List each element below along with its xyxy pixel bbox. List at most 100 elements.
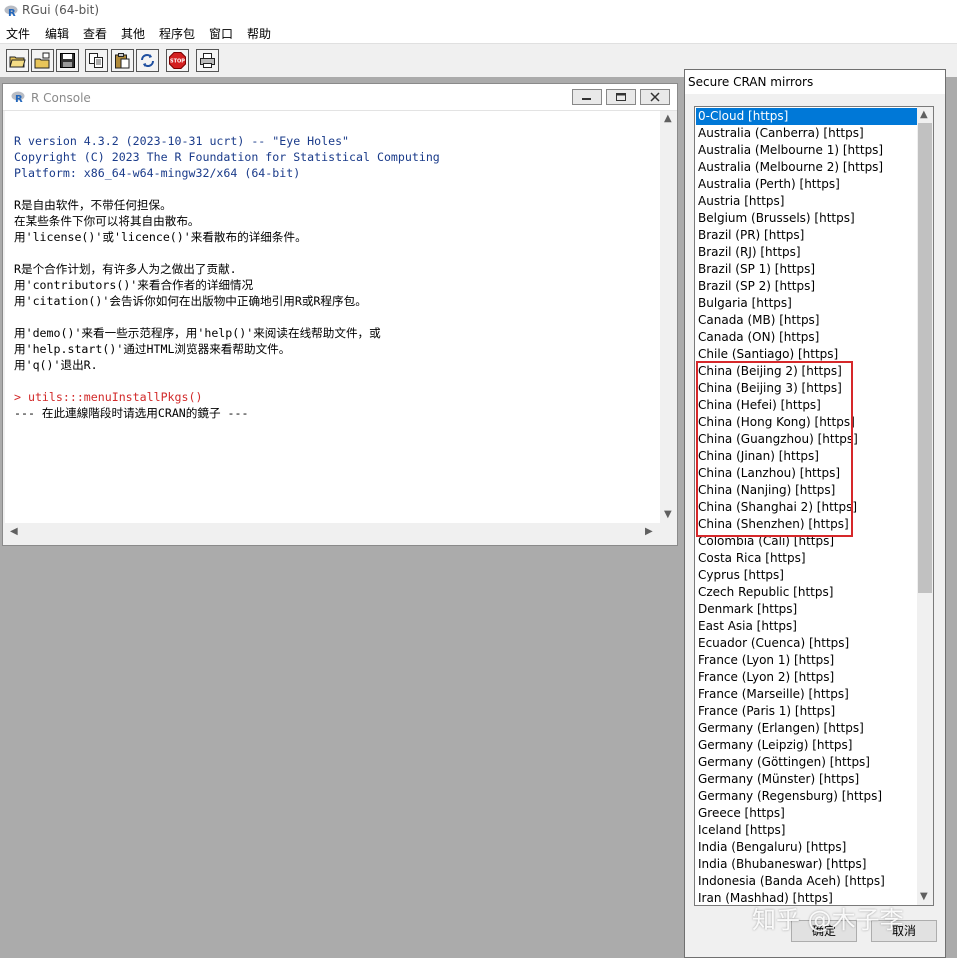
mirror-item[interactable]: Germany (Göttingen) [https]	[696, 754, 917, 771]
load-workspace-icon	[34, 52, 50, 69]
mirror-item[interactable]: India (Bengaluru) [https]	[696, 839, 917, 856]
mirror-item[interactable]: Greece [https]	[696, 805, 917, 822]
scrollbar-thumb[interactable]	[918, 123, 932, 593]
console-line: 用'demo()'来看一些示范程序，用'help()'来阅读在线帮助文件，或	[14, 326, 381, 340]
mirror-item[interactable]: France (Marseille) [https]	[696, 686, 917, 703]
copy-paste-button[interactable]	[136, 49, 159, 72]
mirror-item[interactable]: East Asia [https]	[696, 618, 917, 635]
console-line: Copyright (C) 2023 The R Foundation for …	[14, 150, 440, 164]
mirror-item[interactable]: Brazil (PR) [https]	[696, 227, 917, 244]
mirror-item[interactable]: India (Bhubaneswar) [https]	[696, 856, 917, 873]
mirror-item[interactable]: Iceland [https]	[696, 822, 917, 839]
mirror-item[interactable]: Cyprus [https]	[696, 567, 917, 584]
mirror-item[interactable]: France (Lyon 1) [https]	[696, 652, 917, 669]
mirror-item[interactable]: Australia (Melbourne 2) [https]	[696, 159, 917, 176]
mirror-item[interactable]: China (Beijing 2) [https]	[696, 363, 917, 380]
console-titlebar[interactable]: R R Console	[3, 84, 677, 111]
restore-icon	[616, 93, 626, 101]
menu-help[interactable]: 帮助	[247, 25, 271, 42]
load-workspace-button[interactable]	[31, 49, 54, 72]
mirror-item[interactable]: Bulgaria [https]	[696, 295, 917, 312]
menu-misc[interactable]: 其他	[121, 25, 145, 42]
menu-edit[interactable]: 编辑	[45, 25, 69, 42]
r-logo-icon: R	[4, 5, 18, 18]
close-icon	[650, 92, 660, 102]
mirror-item[interactable]: Austria [https]	[696, 193, 917, 210]
mirror-item[interactable]: Germany (Leipzig) [https]	[696, 737, 917, 754]
mirror-list-scrollbar[interactable]: ▲ ▼	[917, 107, 933, 905]
console-line: 用'help.start()'通过HTML浏览器来看帮助文件。	[14, 342, 291, 356]
console-output[interactable]: R version 4.3.2 (2023-10-31 ucrt) -- "Ey…	[5, 111, 660, 523]
minimize-icon	[582, 98, 591, 100]
paste-button[interactable]	[111, 49, 134, 72]
mirror-item[interactable]: Germany (Münster) [https]	[696, 771, 917, 788]
mirror-item[interactable]: Canada (ON) [https]	[696, 329, 917, 346]
menu-view[interactable]: 查看	[83, 25, 107, 42]
mirror-item[interactable]: China (Nanjing) [https]	[696, 482, 917, 499]
minimize-button[interactable]	[572, 89, 602, 105]
console-vertical-scrollbar[interactable]: ▲ ▼	[660, 111, 676, 523]
cran-mirror-dialog[interactable]: Secure CRAN mirrors 0-Cloud [https] Austr…	[684, 69, 946, 958]
mirror-item[interactable]: 0-Cloud [https]	[696, 108, 917, 125]
r-console-window[interactable]: R R Console R version 4.3.2 (2023-10-31 …	[2, 83, 678, 546]
mirror-item[interactable]: Costa Rica [https]	[696, 550, 917, 567]
open-script-button[interactable]	[6, 49, 29, 72]
stop-icon: STOP	[169, 52, 186, 69]
mirror-item[interactable]: China (Beijing 3) [https]	[696, 380, 917, 397]
mirror-item[interactable]: Belgium (Brussels) [https]	[696, 210, 917, 227]
mirror-item[interactable]: Colombia (Cali) [https]	[696, 533, 917, 550]
scroll-up-icon[interactable]: ▲	[920, 109, 928, 120]
mirror-item[interactable]: Germany (Erlangen) [https]	[696, 720, 917, 737]
stop-button[interactable]: STOP	[166, 49, 189, 72]
mirror-item[interactable]: Germany (Regensburg) [https]	[696, 788, 917, 805]
restore-button[interactable]	[606, 89, 636, 105]
mirror-item[interactable]: China (Guangzhou) [https]	[696, 431, 917, 448]
mirror-item[interactable]: Ecuador (Cuenca) [https]	[696, 635, 917, 652]
scroll-down-icon[interactable]: ▼	[664, 509, 672, 520]
mirror-item[interactable]: Australia (Perth) [https]	[696, 176, 917, 193]
close-button[interactable]	[640, 89, 670, 105]
scroll-down-icon[interactable]: ▼	[920, 891, 928, 902]
menu-file[interactable]: 文件	[6, 25, 30, 42]
console-horizontal-scrollbar[interactable]: ◀ ▶	[5, 523, 660, 542]
mirror-item[interactable]: France (Paris 1) [https]	[696, 703, 917, 720]
mirror-item[interactable]: Czech Republic [https]	[696, 584, 917, 601]
mirror-item[interactable]: Australia (Melbourne 1) [https]	[696, 142, 917, 159]
mirror-item[interactable]: Brazil (SP 1) [https]	[696, 261, 917, 278]
console-line: R version 4.3.2 (2023-10-31 ucrt) -- "Ey…	[14, 134, 350, 148]
svg-text:R: R	[8, 8, 16, 18]
mirror-item[interactable]: China (Shenzhen) [https]	[696, 516, 917, 533]
mirror-item[interactable]: Denmark [https]	[696, 601, 917, 618]
console-line: R是个合作计划，有许多人为之做出了贡献.	[14, 262, 237, 276]
print-button[interactable]	[196, 49, 219, 72]
mirror-item[interactable]: Australia (Canberra) [https]	[696, 125, 917, 142]
scroll-up-icon[interactable]: ▲	[664, 113, 672, 124]
r-logo-icon: R	[11, 91, 25, 104]
mirror-item[interactable]: Canada (MB) [https]	[696, 312, 917, 329]
menu-windows[interactable]: 窗口	[209, 25, 233, 42]
mirror-item[interactable]: China (Hefei) [https]	[696, 397, 917, 414]
menubar: 文件 编辑 查看 其他 程序包 窗口 帮助	[0, 22, 957, 43]
menu-packages[interactable]: 程序包	[159, 25, 195, 42]
mirror-item[interactable]: China (Lanzhou) [https]	[696, 465, 917, 482]
mirror-item[interactable]: Brazil (SP 2) [https]	[696, 278, 917, 295]
mirror-item[interactable]: France (Lyon 2) [https]	[696, 669, 917, 686]
console-line: 用'citation()'会告诉你如何在出版物中正确地引用R或R程序包。	[14, 294, 367, 308]
copy-button[interactable]	[85, 49, 108, 72]
mirror-item[interactable]: Brazil (RJ) [https]	[696, 244, 917, 261]
mirror-item[interactable]: Indonesia (Banda Aceh) [https]	[696, 873, 917, 890]
scroll-right-icon[interactable]: ▶	[645, 526, 653, 537]
save-icon	[60, 53, 75, 68]
scroll-left-icon[interactable]: ◀	[10, 526, 18, 537]
mirror-item[interactable]: China (Hong Kong) [https]	[696, 414, 917, 431]
mirror-item[interactable]: Chile (Santiago) [https]	[696, 346, 917, 363]
console-line: 在某些条件下你可以将其自由散布。	[14, 214, 200, 228]
open-script-icon	[9, 56, 26, 68]
dialog-titlebar[interactable]: Secure CRAN mirrors	[685, 70, 945, 94]
app-titlebar: R RGui (64-bit)	[0, 0, 957, 22]
mirror-item[interactable]: China (Jinan) [https]	[696, 448, 917, 465]
mirror-item[interactable]: China (Shanghai 2) [https]	[696, 499, 917, 516]
save-button[interactable]	[56, 49, 79, 72]
mirror-listbox[interactable]: 0-Cloud [https] Australia (Canberra) [htt…	[694, 106, 934, 906]
console-line: 用'license()'或'licence()'来看散布的详细条件。	[14, 230, 307, 244]
